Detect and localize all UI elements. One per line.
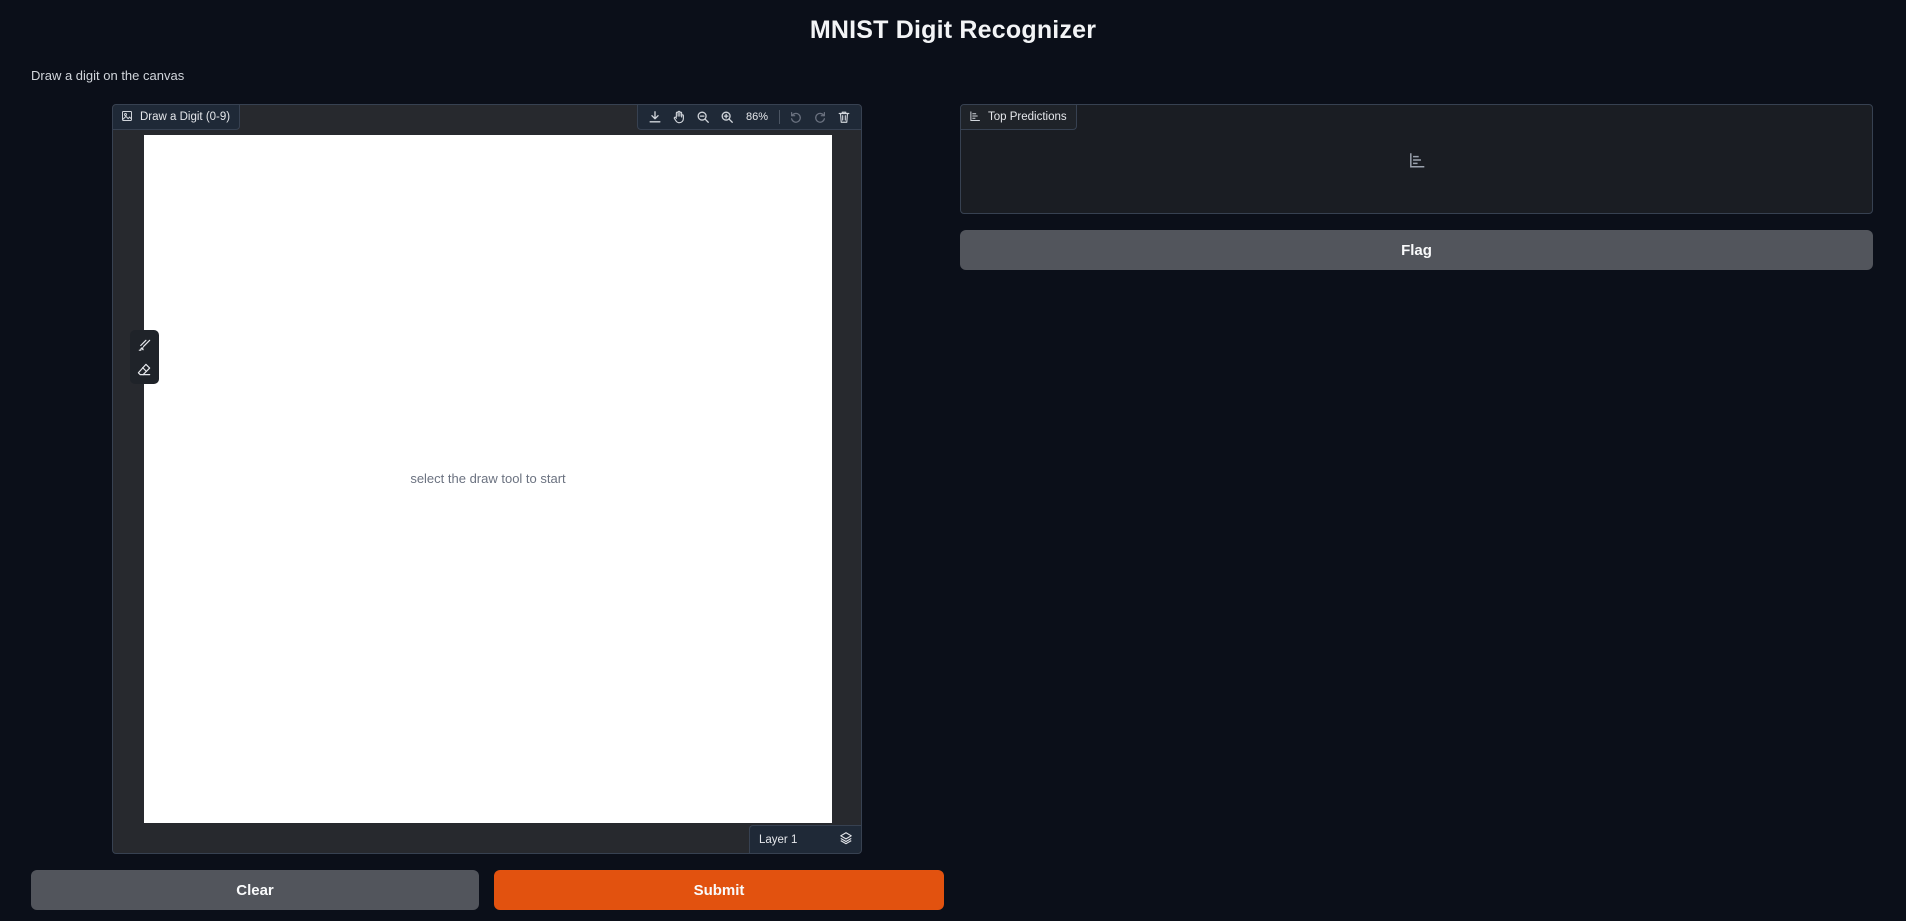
clear-button[interactable]: Clear — [31, 870, 479, 910]
eraser-icon[interactable] — [135, 359, 155, 379]
hand-pan-icon[interactable] — [668, 106, 690, 128]
brush-icon[interactable] — [135, 335, 155, 355]
page-description: Draw a digit on the canvas — [31, 68, 185, 83]
zoom-level: 86% — [745, 111, 768, 123]
predictions-label-text: Top Predictions — [988, 111, 1067, 123]
zoom-out-icon[interactable] — [692, 106, 714, 128]
tool-palette — [130, 330, 159, 384]
sketchpad-label: Draw a Digit (0-9) — [113, 105, 241, 130]
image-icon — [121, 110, 133, 125]
page-title: MNIST Digit Recognizer — [809, 16, 1097, 44]
submit-button[interactable]: Submit — [494, 870, 944, 910]
redo-icon[interactable] — [809, 106, 831, 128]
sketchpad-label-text: Draw a Digit (0-9) — [140, 111, 231, 123]
trash-icon[interactable] — [833, 106, 855, 128]
bar-chart-icon — [1408, 151, 1426, 169]
layers-icon — [839, 831, 853, 848]
layer-selector[interactable]: Layer 1 — [749, 825, 861, 853]
flag-button[interactable]: Flag — [960, 230, 1873, 270]
sketchpad-block: Draw a Digit (0-9) 86% select the draw t… — [112, 104, 862, 854]
zoom-in-icon[interactable] — [716, 106, 738, 128]
layer-label: Layer 1 — [759, 833, 798, 846]
predictions-block: Top Predictions — [960, 104, 1873, 214]
download-icon[interactable] — [644, 106, 666, 128]
toolbar-divider — [779, 110, 780, 124]
predictions-label: Top Predictions — [961, 105, 1077, 130]
undo-icon[interactable] — [785, 106, 807, 128]
bar-chart-icon — [969, 110, 981, 125]
drawing-canvas[interactable]: select the draw tool to start — [144, 135, 832, 823]
sketchpad-toolbar: 86% — [636, 105, 861, 130]
canvas-hint: select the draw tool to start — [410, 471, 566, 486]
